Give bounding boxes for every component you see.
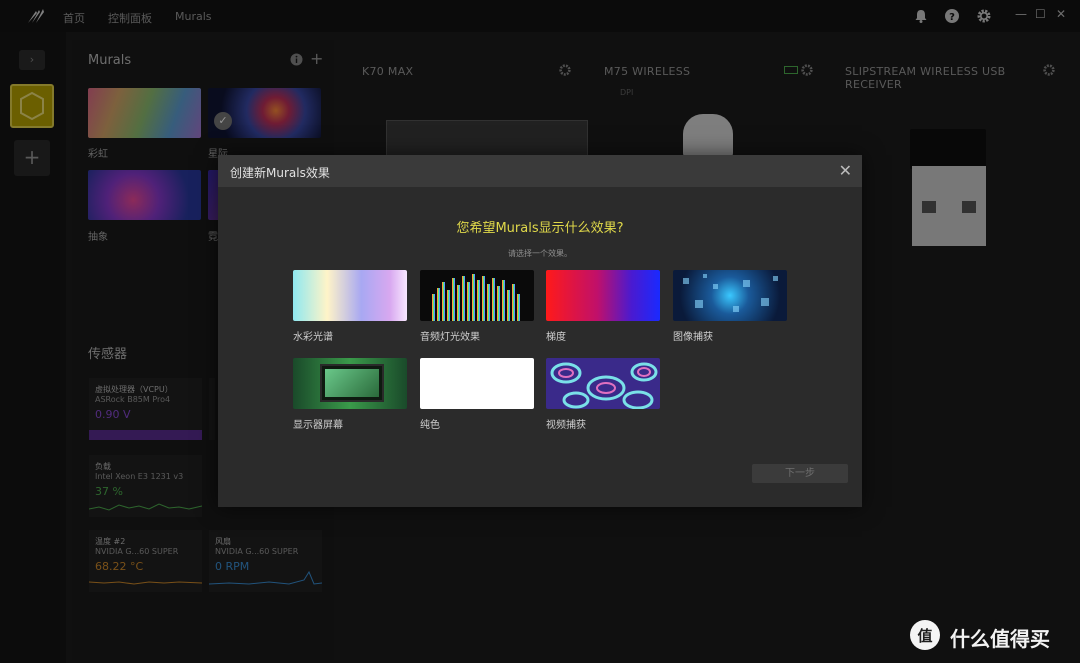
watermark-logo-icon: 值 (910, 620, 940, 650)
option-label-image-capture: 图像捕获 (673, 332, 713, 343)
option-audio[interactable] (420, 270, 534, 321)
dialog-question: 您希望Murals显示什么效果? (456, 221, 624, 236)
option-screen[interactable] (293, 358, 407, 409)
option-label-gradient: 梯度 (546, 332, 566, 343)
option-gradient[interactable] (546, 270, 660, 321)
monitor-image (320, 364, 384, 402)
option-label-video-capture: 视频捕获 (546, 420, 586, 431)
option-label-solid-color: 纯色 (420, 420, 440, 431)
option-image-capture[interactable] (673, 270, 787, 321)
option-label-watercolor: 水彩光谱 (293, 332, 333, 343)
dialog-title: 创建新Murals效果 (230, 166, 330, 180)
city-image (683, 274, 778, 312)
next-button[interactable]: 下一步 (752, 464, 848, 483)
option-solid-color[interactable] (420, 358, 534, 409)
dialog-subtitle: 请选择一个效果。 (508, 249, 572, 258)
watermark-text: 什么值得买 (950, 627, 1050, 651)
option-label-screen: 显示器屏幕 (293, 420, 343, 431)
option-watercolor[interactable] (293, 270, 407, 321)
close-icon[interactable]: ✕ (839, 161, 852, 180)
dialog-header: 创建新Murals效果 ✕ (218, 155, 862, 187)
audio-bars-image (432, 274, 520, 321)
swirl-image (550, 362, 658, 409)
create-mural-dialog: 创建新Murals效果 ✕ 您希望Murals显示什么效果? 请选择一个效果。 … (218, 155, 862, 507)
option-label-audio: 音频灯光效果 (420, 332, 480, 343)
option-video-capture[interactable] (546, 358, 660, 409)
